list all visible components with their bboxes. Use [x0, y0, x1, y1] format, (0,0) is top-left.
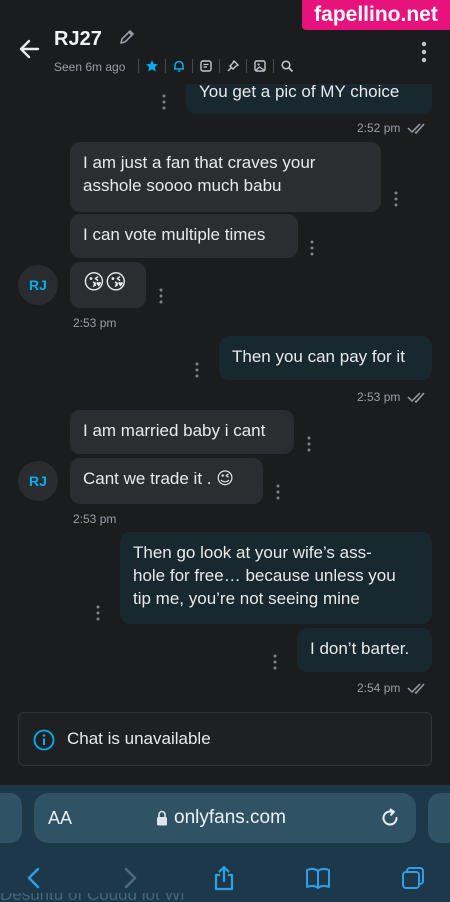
more-options-icon[interactable] [418, 40, 430, 64]
message-time: 2:53 pm [357, 390, 401, 404]
message-text: I don’t barter. [310, 639, 410, 658]
previous-tab-preview[interactable] [0, 793, 22, 843]
divider [165, 59, 166, 73]
edit-pencil-icon[interactable] [118, 28, 136, 46]
cut-off-text: Desuntu of Coudd lot Wi [0, 893, 450, 902]
last-seen: Seen 6m ago [54, 60, 126, 74]
divider [138, 59, 139, 73]
chat-unavailable-notice: Chat is unavailable [18, 712, 432, 766]
read-checkmarks-icon [407, 683, 425, 694]
message-time: 2:53 pm [73, 512, 117, 526]
pin-icon[interactable] [222, 56, 244, 76]
incoming-message[interactable]: I can vote multiple times [70, 214, 298, 258]
message-options-icon[interactable] [95, 605, 101, 621]
lock-icon [157, 810, 167, 826]
watermark: fapellino.net [302, 0, 450, 30]
star-icon[interactable] [141, 56, 163, 76]
search-icon[interactable] [276, 56, 298, 76]
next-tab-preview[interactable] [428, 793, 450, 843]
message-options-icon[interactable] [306, 436, 312, 452]
message-emoji: 😘😘 [83, 271, 127, 294]
incoming-message[interactable]: I am married baby i cant [70, 410, 294, 454]
header-toolbar [136, 56, 298, 76]
divider [273, 59, 274, 73]
message-text-line: hole for free… because unless you [133, 566, 396, 585]
message-text-line: tip me, you’re not seeing mine [133, 589, 360, 608]
notice-text: Chat is unavailable [67, 729, 211, 748]
reload-icon[interactable] [379, 807, 401, 829]
message-time: 2:54 pm [357, 681, 401, 695]
incoming-message[interactable]: I am just a fan that craves your asshole… [70, 142, 381, 212]
message-options-icon[interactable] [393, 191, 399, 207]
avatar[interactable]: RJ [18, 265, 58, 305]
info-icon [33, 729, 55, 751]
read-checkmarks-icon [407, 123, 425, 134]
message-text-line: I am just a fan that craves your [83, 153, 316, 172]
message-options-icon[interactable] [272, 654, 278, 670]
image-icon[interactable] [249, 56, 271, 76]
tabs-icon[interactable] [400, 865, 426, 891]
message-text: You get a pic of MY choice [199, 82, 400, 101]
reader-settings-button[interactable]: AA [48, 808, 72, 829]
message-time: 2:53 pm [73, 316, 117, 330]
message-options-icon[interactable] [161, 94, 167, 110]
address-bar[interactable]: AA onlyfans.com [34, 793, 416, 843]
message-text: Then you can pay for it [232, 347, 405, 366]
outgoing-message[interactable]: Then go look at your wife’s ass- hole fo… [120, 532, 432, 624]
incoming-message[interactable]: Cant we trade it . 😉 [70, 458, 263, 504]
message-text: I can vote multiple times [83, 225, 266, 244]
bookmarks-icon[interactable] [305, 865, 331, 891]
message-options-icon[interactable] [194, 362, 200, 378]
read-checkmarks-icon [407, 392, 425, 403]
divider [246, 59, 247, 73]
back-chevron-icon[interactable] [22, 865, 48, 891]
browser-toolbar: AA onlyfans.com Desuntu of Coudd lot Wi [0, 785, 450, 902]
message-text: Cant we trade it . 😉 [83, 469, 234, 488]
divider [192, 59, 193, 73]
outgoing-message[interactable]: I don’t barter. [297, 628, 432, 672]
message-options-icon[interactable] [158, 288, 164, 304]
message-options-icon[interactable] [309, 240, 315, 256]
avatar[interactable]: RJ [18, 461, 58, 501]
cut-off-page-text: Desuntu of Coudd lot Wi [0, 893, 450, 902]
note-icon[interactable] [195, 56, 217, 76]
message-text: I am married baby i cant [83, 421, 266, 440]
incoming-message[interactable]: 😘😘 [70, 262, 146, 308]
outgoing-message[interactable]: Then you can pay for it [219, 336, 432, 380]
contact-name[interactable]: RJ27 [54, 28, 102, 51]
message-time: 2:52 pm [357, 121, 401, 135]
back-arrow-icon[interactable] [18, 38, 40, 60]
url-text[interactable]: onlyfans.com [174, 807, 286, 829]
message-text-line: asshole soooo much babu [83, 176, 282, 195]
forward-chevron-icon[interactable] [116, 865, 142, 891]
message-text-line: Then go look at your wife’s ass- [133, 543, 372, 562]
divider [219, 59, 220, 73]
message-options-icon[interactable] [275, 484, 281, 500]
bell-icon[interactable] [168, 56, 190, 76]
share-icon[interactable] [211, 865, 237, 891]
